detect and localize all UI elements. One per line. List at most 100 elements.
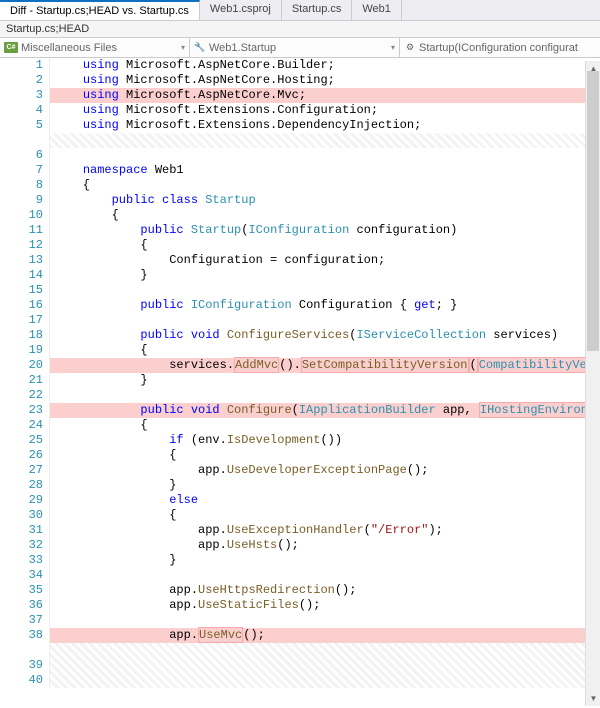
code-line[interactable]: } [50, 478, 600, 493]
line-number: 29 [0, 493, 43, 508]
document-tab[interactable]: Diff - Startup.cs;HEAD vs. Startup.cs [0, 0, 200, 20]
code-line[interactable]: namespace Web1 [50, 163, 600, 178]
line-number: 35 [0, 583, 43, 598]
line-number: 26 [0, 448, 43, 463]
code-line[interactable]: app.UseStaticFiles(); [50, 598, 600, 613]
line-number: 23 [0, 403, 43, 418]
line-number: 28 [0, 478, 43, 493]
code-line[interactable]: { [50, 448, 600, 463]
code-line[interactable]: using Microsoft.Extensions.Configuration… [50, 103, 600, 118]
line-number: 16 [0, 298, 43, 313]
method-icon: ⚙ [404, 42, 416, 54]
code-line[interactable]: using Microsoft.AspNetCore.Builder; [50, 58, 600, 73]
line-number: 2 [0, 73, 43, 88]
vertical-scrollbar[interactable]: ▲ ▼ [585, 61, 600, 706]
code-line[interactable]: public class Startup [50, 193, 600, 208]
line-number: 38 [0, 628, 43, 643]
code-line[interactable]: Configuration = configuration; [50, 253, 600, 268]
document-tab[interactable]: Web1 [352, 0, 402, 20]
code-line[interactable]: } [50, 373, 600, 388]
line-number: 19 [0, 343, 43, 358]
document-tab[interactable]: Startup.cs [282, 0, 353, 20]
line-number: 21 [0, 373, 43, 388]
code-line[interactable]: services.AddMvc().SetCompatibilityVersio… [50, 358, 600, 373]
code-line[interactable]: public void Configure(IApplicationBuilde… [50, 403, 600, 418]
line-number: 11 [0, 223, 43, 238]
line-number: 6 [0, 148, 43, 163]
code-line[interactable]: using Microsoft.AspNetCore.Mvc; [50, 88, 600, 103]
project-dropdown[interactable]: C# Miscellaneous Files ▾ [0, 38, 190, 57]
line-number: 32 [0, 538, 43, 553]
line-number: 7 [0, 163, 43, 178]
code-line[interactable]: { [50, 418, 600, 433]
code-line[interactable]: using Microsoft.AspNetCore.Hosting; [50, 73, 600, 88]
code-line[interactable]: else [50, 493, 600, 508]
line-number [0, 133, 43, 148]
member-dropdown[interactable]: ⚙ Startup(IConfiguration configurat [400, 38, 600, 57]
navigation-bar: C# Miscellaneous Files ▾ 🔧 Web1.Startup … [0, 38, 600, 58]
code-area[interactable]: using Microsoft.AspNetCore.Builder; usin… [50, 58, 600, 688]
line-number: 36 [0, 598, 43, 613]
project-name: Miscellaneous Files [21, 42, 117, 54]
member-name: Startup(IConfiguration configurat [419, 42, 578, 54]
class-dropdown[interactable]: 🔧 Web1.Startup ▾ [190, 38, 400, 57]
line-number: 25 [0, 433, 43, 448]
code-line[interactable]: app.UseHsts(); [50, 538, 600, 553]
code-line[interactable]: using Microsoft.Extensions.DependencyInj… [50, 118, 600, 133]
line-number: 8 [0, 178, 43, 193]
code-line[interactable]: app.UseHttpsRedirection(); [50, 583, 600, 598]
code-line[interactable] [50, 643, 600, 688]
line-number: 18 [0, 328, 43, 343]
code-line[interactable]: app.UseExceptionHandler("/Error"); [50, 523, 600, 538]
line-number: 34 [0, 568, 43, 583]
code-line[interactable] [50, 313, 600, 328]
code-line[interactable] [50, 388, 600, 403]
code-line[interactable] [50, 148, 600, 163]
code-line[interactable] [50, 283, 600, 298]
line-number: 39 [0, 658, 43, 673]
code-line[interactable]: { [50, 343, 600, 358]
code-line[interactable]: app.UseDeveloperExceptionPage(); [50, 463, 600, 478]
line-number: 33 [0, 553, 43, 568]
scroll-down-icon[interactable]: ▼ [586, 691, 600, 706]
line-number: 15 [0, 283, 43, 298]
line-number [0, 643, 43, 658]
chevron-down-icon: ▾ [391, 43, 395, 52]
code-line[interactable]: app.UseMvc(); [50, 628, 600, 643]
code-line[interactable]: if (env.IsDevelopment()) [50, 433, 600, 448]
line-number: 9 [0, 193, 43, 208]
line-number: 4 [0, 103, 43, 118]
line-number: 13 [0, 253, 43, 268]
sub-tab[interactable]: Startup.cs;HEAD [0, 21, 600, 38]
line-number: 24 [0, 418, 43, 433]
line-number: 37 [0, 613, 43, 628]
code-line[interactable] [50, 568, 600, 583]
line-number: 12 [0, 238, 43, 253]
document-tabs: Diff - Startup.cs;HEAD vs. Startup.csWeb… [0, 0, 600, 21]
code-line[interactable]: public Startup(IConfiguration configurat… [50, 223, 600, 238]
code-line[interactable]: { [50, 238, 600, 253]
chevron-down-icon: ▾ [181, 43, 185, 52]
code-line[interactable]: { [50, 178, 600, 193]
line-number: 3 [0, 88, 43, 103]
code-line[interactable]: public void ConfigureServices(IServiceCo… [50, 328, 600, 343]
line-number: 17 [0, 313, 43, 328]
line-number: 40 [0, 673, 43, 688]
line-number: 22 [0, 388, 43, 403]
code-line[interactable]: public IConfiguration Configuration { ge… [50, 298, 600, 313]
line-number: 14 [0, 268, 43, 283]
scrollbar-thumb[interactable] [587, 71, 599, 351]
code-line[interactable]: { [50, 208, 600, 223]
code-line[interactable]: { [50, 508, 600, 523]
csharp-icon: C# [4, 42, 18, 53]
code-line[interactable]: } [50, 553, 600, 568]
code-line[interactable]: } [50, 268, 600, 283]
code-line[interactable] [50, 613, 600, 628]
code-editor[interactable]: 1234567891011121314151617181920212223242… [0, 58, 600, 688]
document-tab[interactable]: Web1.csproj [200, 0, 282, 20]
line-number: 31 [0, 523, 43, 538]
line-number: 27 [0, 463, 43, 478]
class-name: Web1.Startup [209, 42, 276, 54]
class-icon: 🔧 [194, 42, 206, 54]
code-line[interactable] [50, 133, 600, 148]
